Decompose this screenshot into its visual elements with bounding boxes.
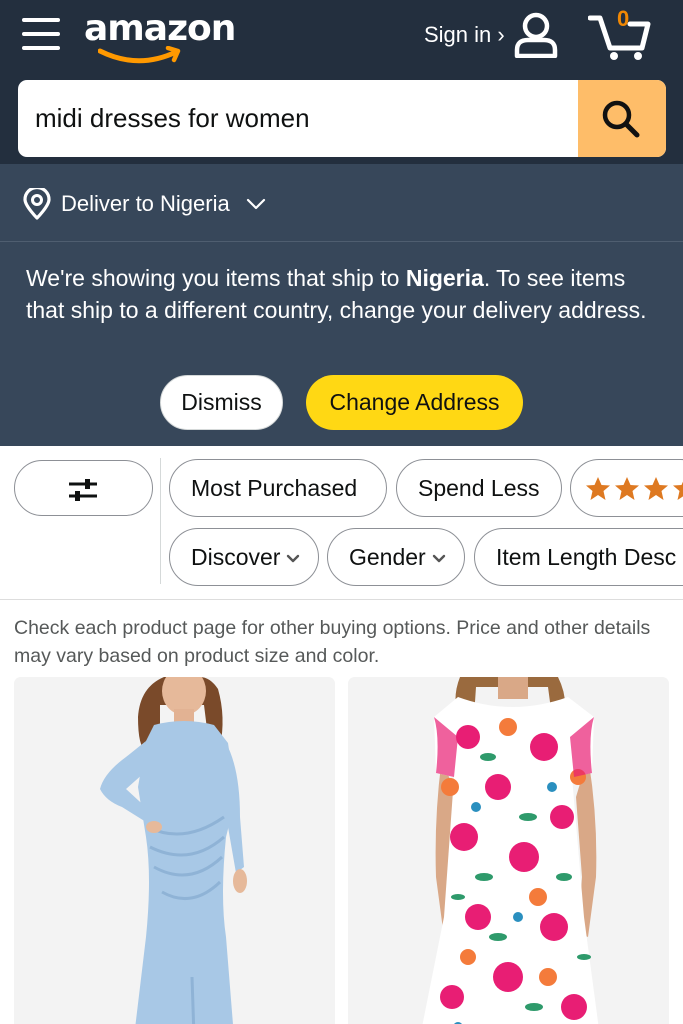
search-input[interactable] bbox=[18, 80, 578, 157]
cart-count-badge: 0 bbox=[617, 6, 630, 31]
chevron-down-icon bbox=[432, 554, 445, 563]
shipping-notice-text: We're showing you items that ship to Nig… bbox=[26, 265, 647, 323]
change-address-button[interactable]: Change Address bbox=[306, 375, 523, 430]
location-pin-icon bbox=[23, 188, 51, 220]
top-navigation-bar: amazon Sign in › 0 bbox=[0, 0, 683, 164]
amazon-logo[interactable]: amazon bbox=[84, 8, 236, 64]
sign-in-link[interactable]: Sign in › bbox=[424, 22, 505, 48]
filter-divider bbox=[160, 458, 161, 584]
sliders-icon bbox=[69, 479, 97, 501]
logo-smile-arrow-icon bbox=[98, 46, 181, 64]
filters-button[interactable] bbox=[14, 460, 153, 516]
filter-bar: Most Purchased Spend Less Discover Gende… bbox=[0, 446, 683, 600]
logo-text: amazon bbox=[84, 8, 236, 49]
filter-item-length[interactable]: Item Length Desc bbox=[474, 528, 683, 586]
deliver-to-label: Deliver to Nigeria bbox=[61, 191, 230, 216]
user-account-icon[interactable] bbox=[512, 12, 560, 58]
filter-spend-less[interactable]: Spend Less bbox=[396, 459, 562, 517]
product-image-blue-dress bbox=[14, 677, 335, 1024]
shipping-notice-banner: We're showing you items that ship to Nig… bbox=[0, 241, 683, 446]
search-button[interactable] bbox=[578, 80, 666, 157]
notice-country: Nigeria bbox=[405, 265, 484, 291]
chevron-down-icon bbox=[287, 554, 300, 563]
deliver-to-location[interactable]: Deliver to Nigeria bbox=[0, 164, 683, 241]
cart-button[interactable]: 0 bbox=[588, 6, 654, 62]
filter-gender-label: Gender bbox=[349, 544, 426, 570]
filter-discover-label: Discover bbox=[191, 544, 281, 570]
filter-star-rating[interactable] bbox=[570, 459, 683, 517]
dismiss-button[interactable]: Dismiss bbox=[160, 375, 283, 430]
filter-most-purchased[interactable]: Most Purchased bbox=[169, 459, 387, 517]
search-icon bbox=[602, 100, 640, 138]
stars-icon bbox=[586, 477, 683, 500]
filter-gender[interactable]: Gender bbox=[327, 528, 465, 586]
results-note: Check each product page for other buying… bbox=[14, 617, 651, 667]
product-card[interactable] bbox=[348, 677, 669, 1024]
chevron-down-icon bbox=[246, 198, 266, 210]
hamburger-menu-icon[interactable] bbox=[22, 16, 60, 52]
filter-discover[interactable]: Discover bbox=[169, 528, 319, 586]
search-bar bbox=[18, 80, 666, 157]
product-card[interactable] bbox=[14, 677, 335, 1024]
product-image-floral-dress bbox=[348, 677, 669, 1024]
